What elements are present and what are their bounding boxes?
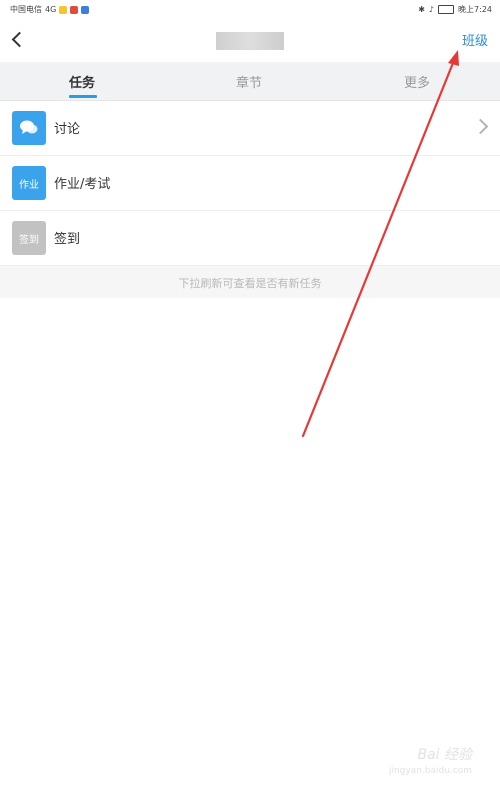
class-link[interactable]: 班级 bbox=[462, 30, 488, 49]
checkin-icon: 签到 bbox=[12, 221, 46, 255]
bluetooth-icon: ✱ bbox=[418, 5, 425, 14]
pull-refresh-hint-bar: 下拉刷新可查看是否有新任务 bbox=[0, 266, 500, 298]
tab-bar: 任务 章节 更多 bbox=[0, 62, 500, 101]
top-navbar: 班级 bbox=[0, 20, 500, 62]
status-right: ✱ ♪ 晚上7:24 bbox=[418, 4, 492, 15]
tab-tasks[interactable]: 任务 bbox=[69, 72, 95, 91]
list-item-label: 讨论 bbox=[54, 122, 81, 137]
tab-more[interactable]: 更多 bbox=[404, 72, 430, 91]
checkin-icon-text: 签到 bbox=[19, 234, 39, 246]
homework-icon: 作业 bbox=[12, 166, 46, 200]
mute-icon: ♪ bbox=[428, 5, 435, 14]
list-item-checkin[interactable]: 签到 签到 bbox=[0, 211, 500, 266]
back-icon[interactable] bbox=[10, 28, 30, 52]
list-item-homework[interactable]: 作业 作业/考试 bbox=[0, 156, 500, 211]
chevron-right-icon bbox=[472, 118, 489, 135]
status-bar: 中国电信 4G ✱ ♪ 晚上7:24 bbox=[0, 0, 500, 20]
list-item-discussion[interactable]: 讨论 bbox=[0, 101, 500, 156]
status-left: 中国电信 4G bbox=[10, 4, 90, 15]
list-item-label: 签到 bbox=[54, 232, 81, 247]
network-label: 4G bbox=[45, 5, 57, 14]
baidu-watermark: Bai 经验 bbox=[417, 747, 472, 763]
notification-icon bbox=[59, 5, 68, 14]
tab-chapters[interactable]: 章节 bbox=[236, 72, 262, 91]
active-tab-indicator bbox=[69, 95, 97, 98]
battery-icon bbox=[438, 5, 455, 14]
baidu-watermark-url: jingyan.baidu.com bbox=[388, 766, 472, 776]
discussion-bubble-icon bbox=[12, 111, 46, 145]
pull-refresh-hint: 下拉刷新可查看是否有新任务 bbox=[178, 277, 322, 290]
app-notification-icon-2 bbox=[81, 5, 90, 14]
app-notification-icon bbox=[70, 5, 79, 14]
page-title-redacted bbox=[216, 32, 284, 50]
clock-label: 晚上7:24 bbox=[458, 5, 492, 14]
homework-icon-text: 作业 bbox=[19, 179, 39, 191]
chat-bubbles-icon bbox=[20, 120, 38, 134]
list-item-label: 作业/考试 bbox=[54, 177, 111, 192]
carrier-label: 中国电信 bbox=[10, 5, 42, 14]
